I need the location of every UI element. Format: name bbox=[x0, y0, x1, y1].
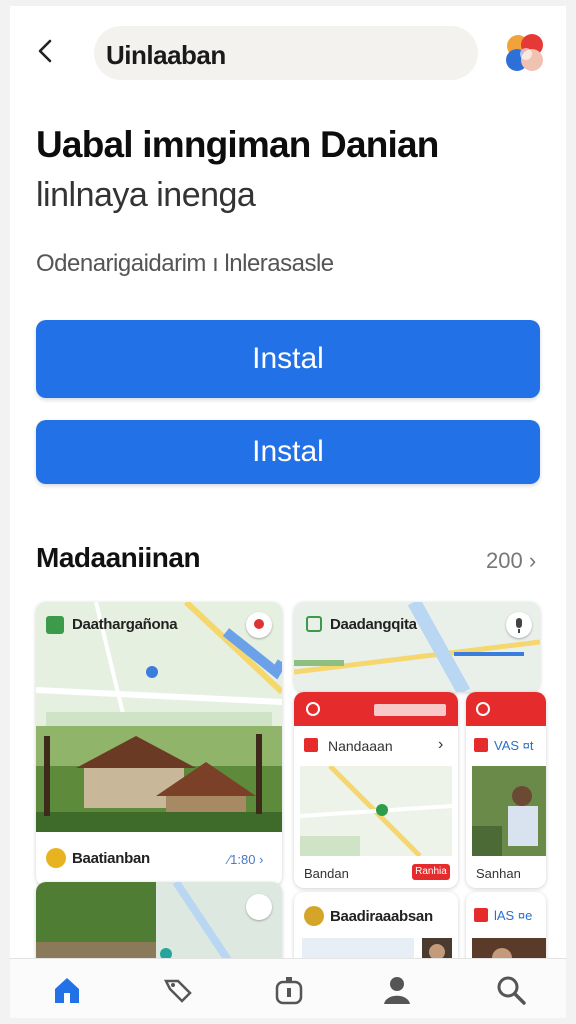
install-button[interactable]: Instal bbox=[36, 320, 540, 398]
search-bar[interactable]: Uinlaaban bbox=[94, 26, 478, 80]
toolbar-actions bbox=[374, 704, 446, 716]
section-see-all-link[interactable]: 200 › bbox=[486, 548, 536, 574]
bag-icon[interactable] bbox=[272, 973, 306, 1007]
card-footer-label: Sanhan bbox=[476, 866, 521, 881]
screenshot-card[interactable]: Nandaaan › Bandan Ranhia bbox=[294, 692, 458, 888]
row-label: VAS ¤t bbox=[494, 738, 534, 753]
star-badge-icon bbox=[304, 906, 324, 926]
section-title: Madaaniinan bbox=[36, 542, 201, 573]
card-header-label: Daadangqita bbox=[330, 616, 417, 633]
screenshot-card[interactable]: VAS ¤t Sanhan bbox=[466, 692, 546, 888]
list-icon bbox=[304, 738, 318, 752]
app-title: Uabal imngiman Danian bbox=[36, 124, 439, 165]
app-subtitle: linlnaya inenga bbox=[36, 176, 256, 214]
card-footer-label: Baatianban bbox=[72, 850, 150, 867]
screenshot-card[interactable]: Daadangqita bbox=[294, 602, 540, 692]
screenshot-card[interactable]: Daathargañona Baatianban ⁄1:80 › bbox=[36, 602, 282, 886]
toolbar-icon bbox=[306, 702, 320, 716]
install-button-secondary[interactable]: Instal bbox=[36, 420, 540, 484]
mic-icon[interactable] bbox=[506, 612, 532, 638]
card-header-label: Daathargañona bbox=[72, 616, 178, 633]
card-footer-value[interactable]: ⁄1:80 › bbox=[228, 852, 263, 867]
card-footer-label: Bandan bbox=[304, 866, 349, 881]
location-icon[interactable] bbox=[246, 612, 272, 638]
header: Uinlaaban bbox=[10, 6, 566, 96]
map-pin-icon bbox=[46, 616, 64, 634]
list-icon bbox=[474, 738, 488, 752]
bottom-navigation bbox=[10, 958, 566, 1018]
map-pin-icon bbox=[306, 616, 322, 632]
map-preview bbox=[300, 766, 452, 856]
back-arrow-icon[interactable] bbox=[32, 36, 62, 66]
list-icon bbox=[474, 908, 488, 922]
place-photo bbox=[36, 726, 282, 832]
app-logo-icon[interactable] bbox=[504, 32, 546, 74]
chevron-right-icon[interactable]: › bbox=[438, 736, 443, 754]
app-description: Odenarigaidarim ı lnlerasasle bbox=[36, 250, 334, 277]
search-bar-text: Uinlaaban bbox=[106, 40, 226, 70]
home-icon[interactable] bbox=[50, 973, 84, 1007]
red-chip[interactable]: Ranhia bbox=[412, 864, 450, 880]
person-photo bbox=[472, 766, 546, 856]
search-icon[interactable] bbox=[494, 973, 528, 1007]
toolbar-icon bbox=[476, 702, 490, 716]
location-icon[interactable] bbox=[246, 894, 272, 920]
profile-icon[interactable] bbox=[380, 973, 414, 1007]
tag-icon[interactable] bbox=[162, 973, 196, 1007]
row-label: Nandaaan bbox=[328, 738, 393, 754]
card-header-label: Baadiraaabsan bbox=[330, 908, 433, 925]
star-badge-icon bbox=[46, 848, 66, 868]
app-detail-screen: Uinlaaban Uabal imngiman Danian linlnaya… bbox=[10, 6, 566, 1018]
row-label: lAS ¤e bbox=[494, 908, 533, 923]
